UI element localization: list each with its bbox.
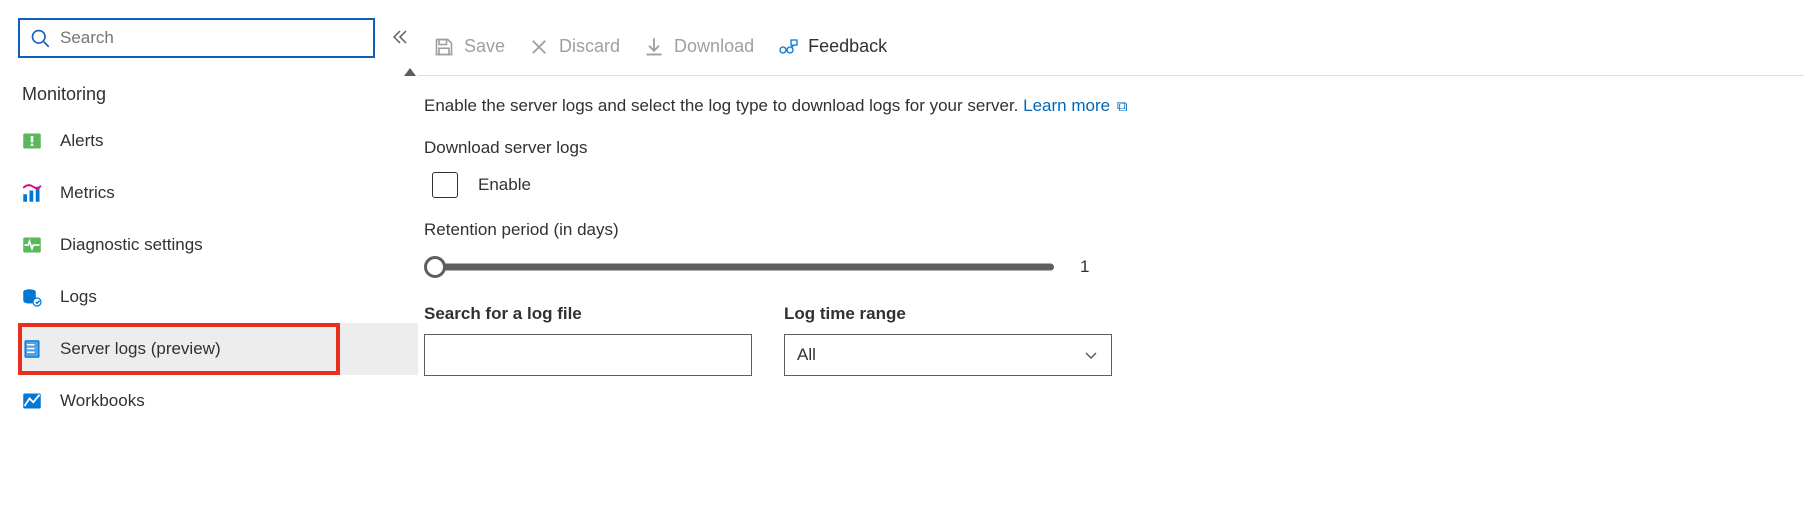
alerts-icon — [22, 131, 42, 151]
chevron-down-icon — [1083, 347, 1099, 363]
workbooks-icon — [22, 391, 42, 411]
server-logs-icon — [22, 339, 42, 359]
enable-label: Enable — [478, 175, 531, 195]
description: Enable the server logs and select the lo… — [418, 76, 1804, 116]
sidebar-item-label: Diagnostic settings — [60, 235, 203, 255]
discard-button[interactable]: Discard — [529, 36, 620, 57]
sidebar: Monitoring Alerts Metrics Diagnostic set… — [0, 0, 418, 511]
external-link-icon: ⧉ — [1117, 98, 1128, 115]
discard-label: Discard — [559, 36, 620, 57]
toolbar: Save Discard Download Feedback — [418, 36, 1804, 75]
description-text: Enable the server logs and select the lo… — [424, 96, 1018, 115]
sidebar-item-diagnostic-settings[interactable]: Diagnostic settings — [18, 219, 418, 271]
discard-icon — [529, 37, 549, 57]
sidebar-item-label: Server logs (preview) — [60, 339, 221, 359]
collapse-sidebar-icon[interactable] — [387, 28, 413, 49]
retention-slider[interactable] — [424, 256, 1054, 278]
download-server-logs-label: Download server logs — [424, 138, 1804, 158]
sidebar-item-server-logs[interactable]: Server logs (preview) — [18, 323, 418, 375]
main-content: Save Discard Download Feedback Enable th… — [418, 0, 1804, 511]
retention-label: Retention period (in days) — [424, 220, 1804, 240]
download-label: Download — [674, 36, 754, 57]
sidebar-search[interactable] — [18, 18, 375, 58]
logs-icon — [22, 287, 42, 307]
feedback-icon — [778, 37, 798, 57]
retention-value: 1 — [1080, 257, 1089, 277]
timerange-value: All — [797, 345, 816, 365]
sidebar-item-label: Metrics — [60, 183, 115, 203]
feedback-label: Feedback — [808, 36, 887, 57]
search-icon — [30, 28, 50, 48]
sidebar-item-label: Logs — [60, 287, 97, 307]
sidebar-item-label: Alerts — [60, 131, 103, 151]
scroll-up-icon[interactable] — [404, 68, 416, 76]
search-log-label: Search for a log file — [424, 304, 752, 324]
save-icon — [434, 37, 454, 57]
download-button[interactable]: Download — [644, 36, 754, 57]
sidebar-item-workbooks[interactable]: Workbooks — [18, 375, 418, 427]
sidebar-item-alerts[interactable]: Alerts — [18, 115, 418, 167]
slider-thumb[interactable] — [424, 256, 446, 278]
feedback-button[interactable]: Feedback — [778, 36, 887, 57]
timerange-select[interactable]: All — [784, 334, 1112, 376]
sidebar-section-heading: Monitoring — [22, 84, 418, 105]
save-button[interactable]: Save — [434, 36, 505, 57]
diagnostic-icon — [22, 235, 42, 255]
sidebar-item-metrics[interactable]: Metrics — [18, 167, 418, 219]
learn-more-link[interactable]: Learn more ⧉ — [1023, 96, 1127, 115]
timerange-label: Log time range — [784, 304, 1112, 324]
download-icon — [644, 37, 664, 57]
save-label: Save — [464, 36, 505, 57]
sidebar-item-logs[interactable]: Logs — [18, 271, 418, 323]
slider-track — [434, 264, 1054, 271]
search-log-input[interactable] — [424, 334, 752, 376]
sidebar-search-input[interactable] — [60, 28, 363, 48]
metrics-icon — [22, 183, 42, 203]
enable-checkbox[interactable] — [432, 172, 458, 198]
sidebar-item-label: Workbooks — [60, 391, 145, 411]
